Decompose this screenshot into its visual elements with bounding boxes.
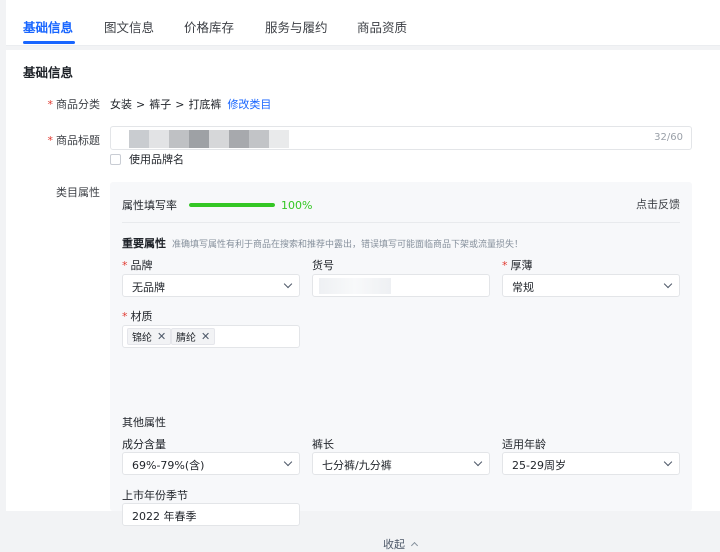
tab-bar: 基础信息 图文信息 价格库存 服务与履约 商品资质 — [6, 0, 720, 46]
basic-info-section: 基础信息 * 商品分类 女装 > 裤子 > 打底裤 修改类目 * 商品标题 32/60 使用品… — [6, 50, 720, 551]
tab-service-fulfillment[interactable]: 服务与履约 — [265, 17, 328, 36]
brand-label: * 品牌 — [122, 259, 153, 272]
other-attributes-title: 其他属性 — [122, 416, 166, 429]
category-separator: > — [136, 98, 146, 111]
composition-label: 成分含量 — [122, 438, 166, 451]
tab-qualification[interactable]: 商品资质 — [357, 17, 407, 36]
attributes-label: 类目属性 — [56, 186, 100, 199]
age-select[interactable]: 25-29周岁 — [502, 452, 680, 475]
product-edit-page: 基础信息 图文信息 价格库存 服务与履约 商品资质 基础信息 * 商品分类 女装 >… — [0, 0, 720, 551]
required-mark: * — [122, 259, 128, 272]
title-label: * 商品标题 — [47, 134, 101, 147]
material-tag-label: 锦纶 — [132, 333, 152, 344]
required-mark: * — [502, 259, 508, 272]
age-label: 适用年龄 — [502, 438, 546, 451]
close-icon[interactable]: ✕ — [157, 330, 166, 343]
composition-select[interactable]: 69%-79%(含) — [122, 452, 300, 475]
material-tag-label: 腈纶 — [176, 333, 196, 344]
important-attributes-header: 重要属性 准确填写属性有利于商品在搜索和推荐中露出，错误填写可能面临商品下架或流… — [122, 235, 523, 251]
collapse-button[interactable]: 收起 — [383, 536, 419, 552]
brand-value: 无品牌 — [132, 281, 165, 294]
chevron-down-icon — [663, 279, 673, 289]
chevron-down-icon — [283, 279, 293, 289]
sku-input[interactable] — [312, 274, 490, 297]
thickness-label: * 厚薄 — [502, 259, 533, 272]
brand-select[interactable]: 无品牌 — [122, 274, 300, 297]
use-brand-name-row: 使用品牌名 — [110, 151, 184, 167]
thickness-select[interactable]: 常规 — [502, 274, 680, 297]
tab-price-stock[interactable]: 价格库存 — [184, 17, 234, 36]
redacted-title-mosaic — [129, 130, 289, 148]
length-label: 裤长 — [312, 438, 334, 451]
fill-rate-progress-fill — [189, 203, 275, 207]
category-separator: > — [175, 98, 185, 111]
chevron-down-icon — [663, 457, 673, 467]
title-input[interactable]: 32/60 — [110, 126, 692, 150]
chevron-down-icon — [473, 457, 483, 467]
tab-image-text[interactable]: 图文信息 — [104, 17, 154, 36]
thickness-value: 常规 — [512, 281, 534, 294]
close-icon[interactable]: ✕ — [201, 330, 210, 343]
category-level-1: 女装 — [110, 98, 132, 111]
tab-basic-info[interactable]: 基础信息 — [23, 17, 73, 36]
attributes-panel: 属性填写率 100% 点击反馈 重要属性 准确填写属性有利于商品在搜索和推荐中露… — [110, 182, 692, 551]
fill-rate-row: 属性填写率 100% — [122, 197, 312, 213]
feedback-link[interactable]: 点击反馈 — [636, 196, 680, 212]
required-mark: * — [122, 310, 128, 323]
divider — [122, 222, 680, 223]
edit-category-link[interactable]: 修改类目 — [227, 98, 271, 111]
composition-value: 69%-79%(含) — [132, 459, 205, 472]
use-brand-name-label: 使用品牌名 — [129, 153, 184, 166]
important-attributes-hint: 准确填写属性有利于商品在搜索和推荐中露出，错误填写可能面临商品下架或流量损失！ — [172, 240, 524, 250]
season-value: 2022 年春季 — [132, 510, 197, 523]
category-level-3: 打底裤 — [188, 98, 222, 111]
important-attributes-title: 重要属性 — [122, 237, 166, 250]
chevron-down-icon — [283, 457, 293, 467]
length-select[interactable]: 七分裤/九分裤 — [312, 452, 490, 475]
title-char-counter: 32/60 — [654, 132, 683, 143]
required-mark: * — [47, 134, 54, 147]
material-label: * 材质 — [122, 310, 153, 323]
active-tab-indicator — [23, 41, 75, 44]
material-tag: 腈纶 ✕ — [171, 328, 216, 345]
length-value: 七分裤/九分裤 — [322, 459, 392, 472]
category-path: 女装 > 裤子 > 打底裤 修改类目 — [110, 96, 271, 112]
category-label: * 商品分类 — [47, 98, 101, 111]
fill-rate-label: 属性填写率 — [122, 199, 177, 212]
section-title: 基础信息 — [23, 65, 74, 80]
season-label: 上市年份季节 — [122, 489, 188, 502]
required-mark: * — [47, 98, 54, 111]
sku-label: 货号 — [312, 259, 334, 272]
fill-rate-value: 100% — [281, 198, 313, 212]
collapse-label: 收起 — [383, 538, 405, 551]
category-level-2: 裤子 — [149, 98, 172, 111]
use-brand-name-checkbox[interactable] — [110, 153, 121, 165]
fill-rate-progress-bar — [189, 203, 275, 207]
redacted-sku — [319, 278, 391, 294]
age-value: 25-29周岁 — [512, 459, 566, 472]
chevron-up-icon — [410, 541, 419, 550]
material-tag: 锦纶 ✕ — [127, 328, 172, 345]
material-multiselect[interactable]: 锦纶 ✕ 腈纶 ✕ — [122, 325, 300, 348]
season-input[interactable]: 2022 年春季 — [122, 503, 300, 526]
